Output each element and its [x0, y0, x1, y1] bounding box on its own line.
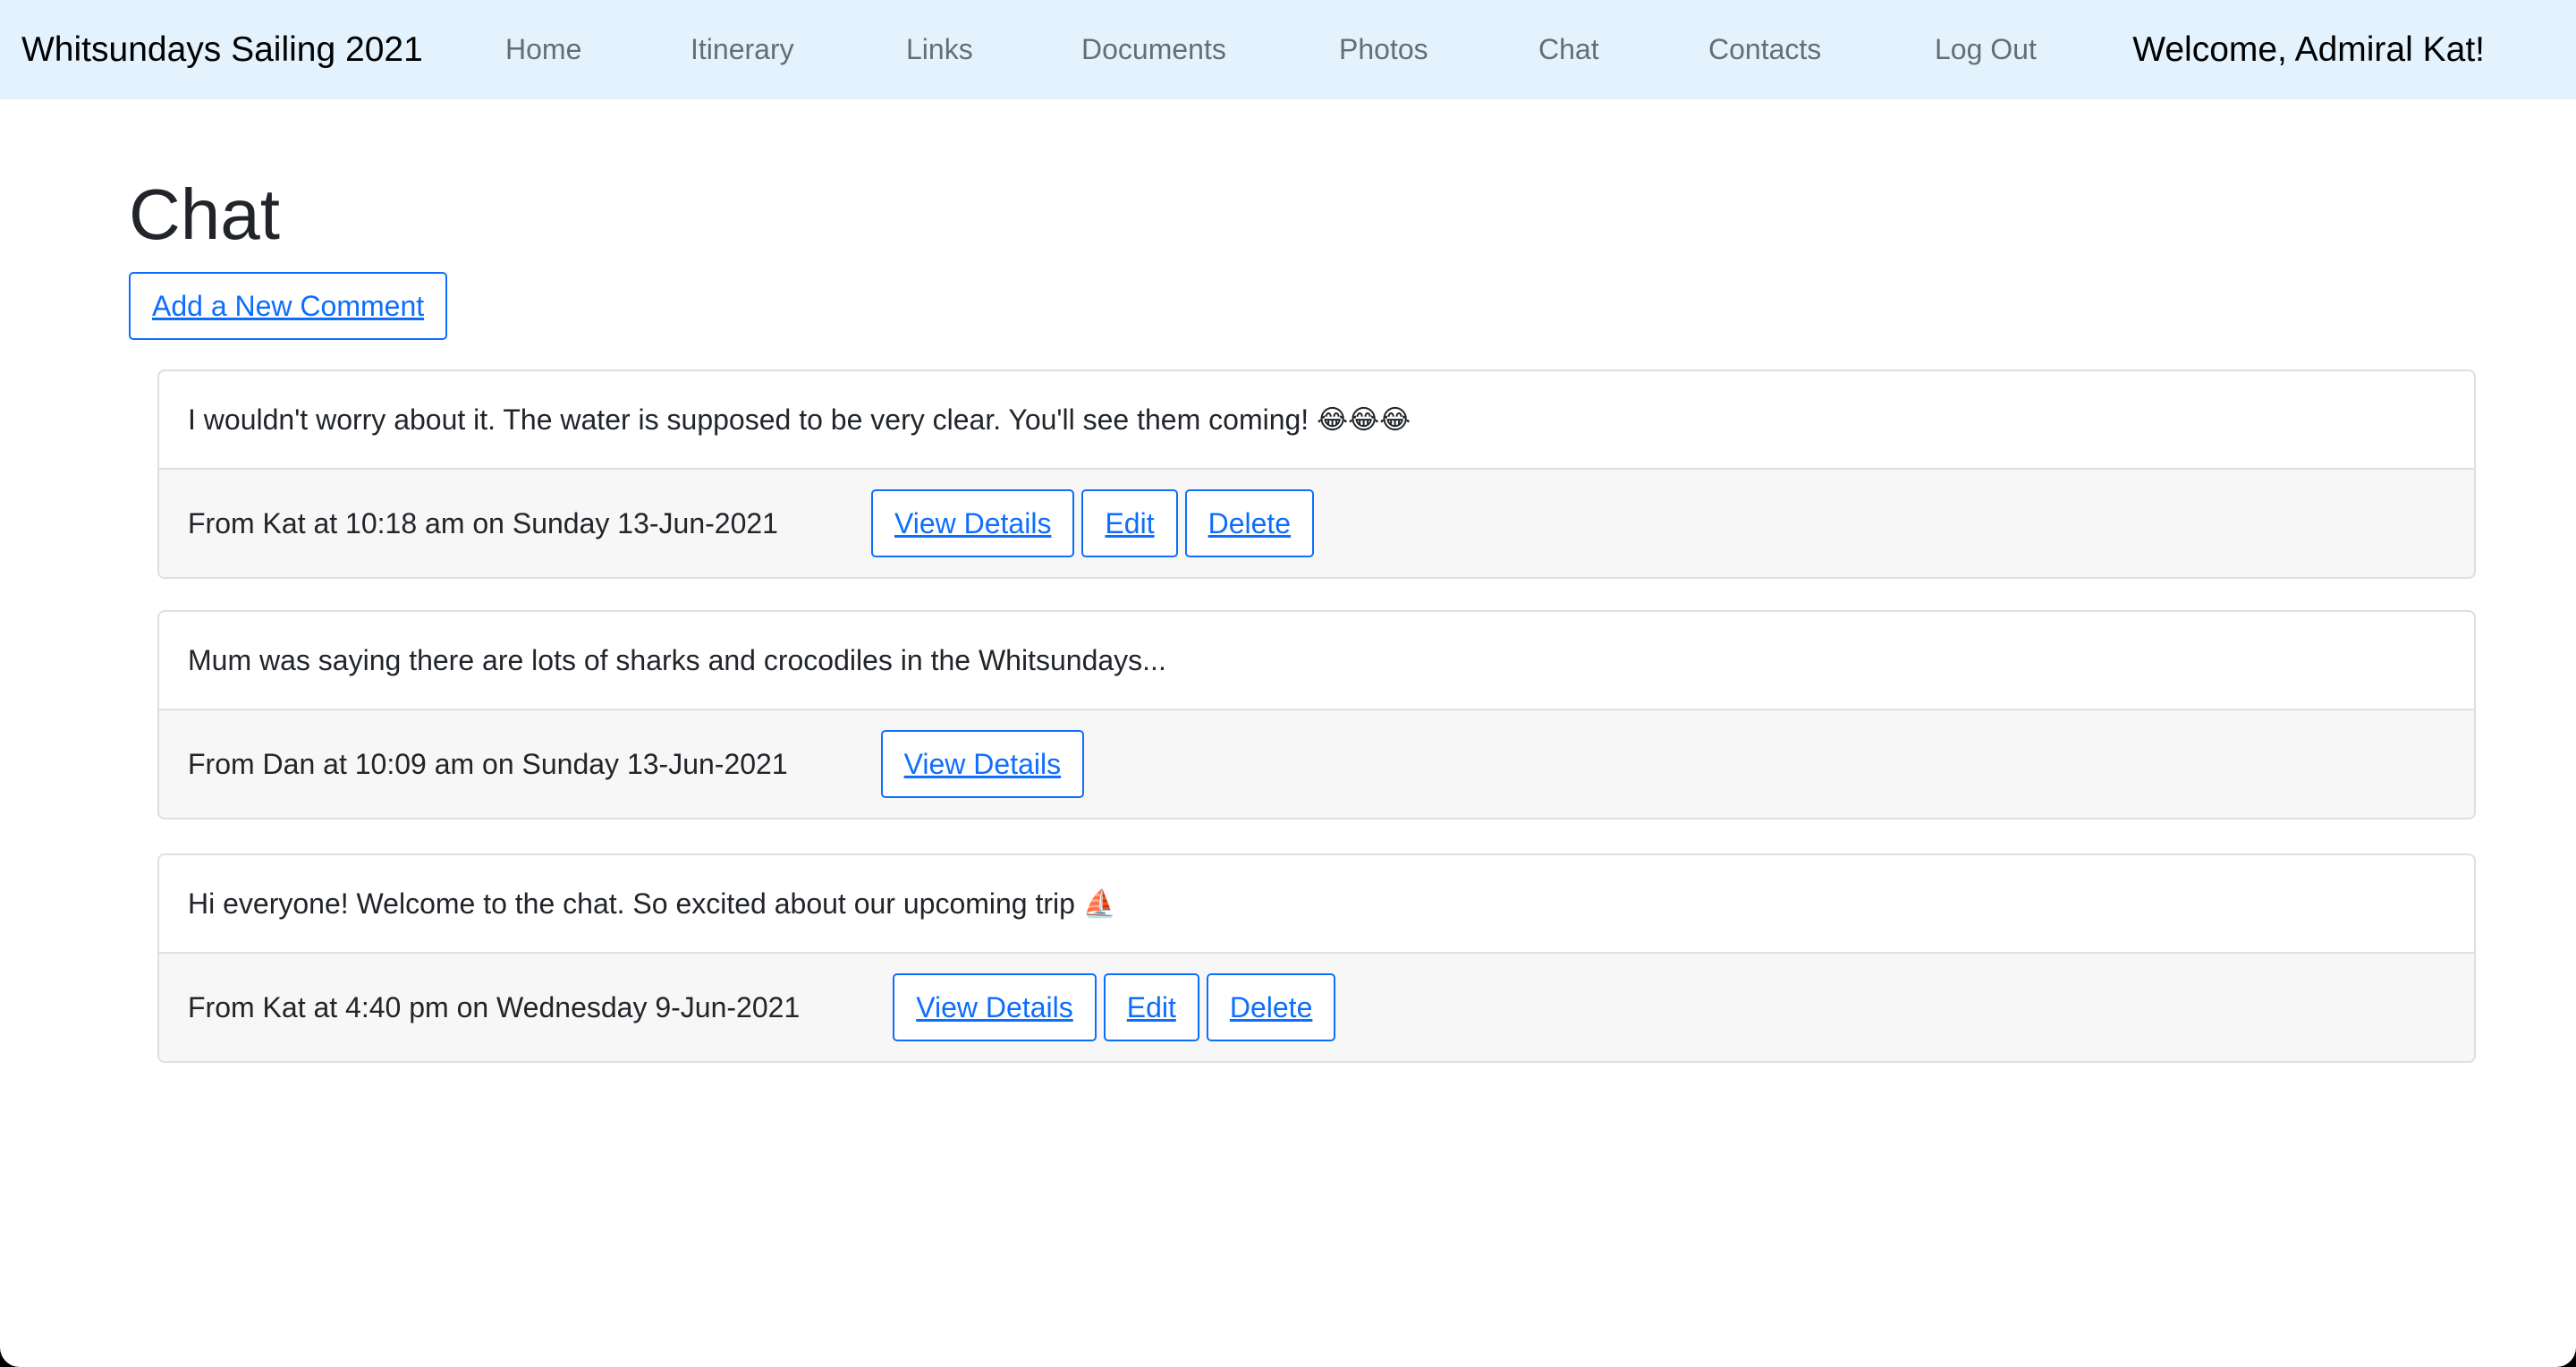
comment-text: I wouldn't worry about it. The water is … — [188, 403, 1309, 436]
comment-footer: From Dan at 10:09 am on Sunday 13-Jun-20… — [159, 710, 2474, 818]
nav-link-photos[interactable]: Photos — [1339, 0, 1428, 99]
nav-link-links[interactable]: Links — [906, 0, 973, 99]
delete-button[interactable]: Delete — [1206, 973, 1336, 1041]
nav-link-log-out[interactable]: Log Out — [1935, 0, 2037, 99]
comment-body: Mum was saying there are lots of sharks … — [159, 612, 2474, 710]
edit-button[interactable]: Edit — [1081, 489, 1178, 557]
nav-link-home[interactable]: Home — [505, 0, 581, 99]
delete-button[interactable]: Delete — [1184, 489, 1315, 557]
comment-meta: From Dan at 10:09 am on Sunday 13-Jun-20… — [188, 747, 788, 780]
page-title: Chat — [129, 174, 280, 254]
view-details-button[interactable]: View Details — [880, 730, 1085, 798]
view-details-button[interactable]: View Details — [870, 489, 1075, 557]
comment-card: Mum was saying there are lots of sharks … — [157, 610, 2476, 819]
view-details-button[interactable]: View Details — [893, 973, 1097, 1041]
nav-link-chat[interactable]: Chat — [1538, 0, 1599, 99]
welcome-message: Welcome, Admiral Kat! — [2132, 30, 2485, 69]
top-navbar: Whitsundays Sailing 2021 Home Itinerary … — [0, 0, 2576, 99]
comment-body: I wouldn't worry about it. The water is … — [159, 371, 2474, 470]
nav-link-contacts[interactable]: Contacts — [1708, 0, 1821, 99]
comment-card: I wouldn't worry about it. The water is … — [157, 369, 2476, 579]
comment-meta: From Kat at 10:18 am on Sunday 13-Jun-20… — [188, 506, 778, 539]
sailboat-emoji-icon: ⛵ — [1082, 887, 1117, 920]
add-comment-button[interactable]: Add a New Comment — [129, 272, 448, 340]
comment-card: Hi everyone! Welcome to the chat. So exc… — [157, 853, 2476, 1063]
laughing-emoji-icon: 😂😂😂 — [1317, 403, 1411, 436]
comment-body: Hi everyone! Welcome to the chat. So exc… — [159, 855, 2474, 954]
comment-meta: From Kat at 4:40 pm on Wednesday 9-Jun-2… — [188, 990, 801, 1023]
edit-button[interactable]: Edit — [1103, 973, 1199, 1041]
page: Whitsundays Sailing 2021 Home Itinerary … — [0, 0, 2576, 1367]
brand-link[interactable]: Whitsundays Sailing 2021 — [21, 0, 423, 99]
comment-footer: From Kat at 4:40 pm on Wednesday 9-Jun-2… — [159, 954, 2474, 1061]
comment-footer: From Kat at 10:18 am on Sunday 13-Jun-20… — [159, 470, 2474, 577]
comment-text: Hi everyone! Welcome to the chat. So exc… — [188, 887, 1075, 920]
nav-link-itinerary[interactable]: Itinerary — [691, 0, 794, 99]
nav-link-documents[interactable]: Documents — [1081, 0, 1226, 99]
comment-text: Mum was saying there are lots of sharks … — [188, 643, 1166, 676]
